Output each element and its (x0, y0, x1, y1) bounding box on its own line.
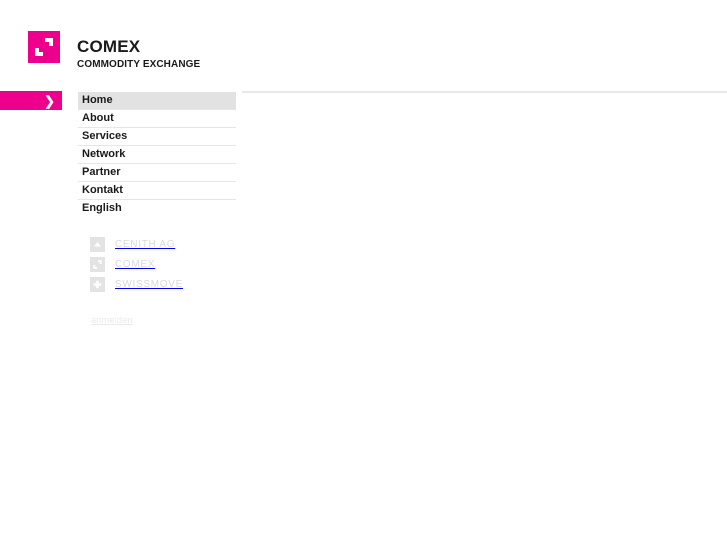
login-link[interactable]: anmelden (91, 315, 133, 325)
brand-title: COMEX (77, 37, 141, 56)
sidebar-item-partner[interactable]: Partner (78, 163, 236, 181)
brand-wordmark: COMEX COMMODITY EXCHANGE (77, 38, 200, 72)
site-header: COMEX COMMODITY EXCHANGE (0, 0, 727, 88)
main-content-area (242, 95, 727, 545)
brand-link-comex[interactable]: COMEX (90, 254, 250, 274)
sidebar-item-network[interactable]: Network (78, 145, 236, 163)
comex-square-logo-icon[interactable] (28, 31, 60, 63)
brand-link-label: COMEX (115, 258, 156, 270)
brand-link-swissmove[interactable]: SWISSMOVE (90, 274, 250, 294)
chevron-right-icon: ❯ (44, 93, 55, 108)
sidebar-item-about[interactable]: About (78, 109, 236, 127)
brand-link-label: SWISSMOVE (115, 278, 183, 290)
main-navigation: Home About Services Network Partner Kont… (78, 92, 236, 217)
content-top-divider (242, 91, 727, 93)
sidebar-item-english[interactable]: English (78, 199, 236, 217)
brand-link-label: CENITH AG (115, 238, 176, 250)
sidebar-item-home[interactable]: Home (78, 92, 236, 109)
plus-icon (90, 276, 105, 292)
brand-subtitle: COMMODITY EXCHANGE (77, 59, 201, 70)
brand-link-cenith-ag[interactable]: CENITH AG (90, 234, 250, 254)
pink-arrow-bar[interactable]: ❯ (0, 91, 62, 110)
sidebar-item-kontakt[interactable]: Kontakt (78, 181, 236, 199)
group-company-links: CENITH AG COMEX SWISSMOVE (90, 234, 250, 294)
sidebar-item-services[interactable]: Services (78, 127, 236, 145)
chevron-up-icon (90, 236, 105, 252)
comex-square-logo-icon (90, 256, 105, 272)
